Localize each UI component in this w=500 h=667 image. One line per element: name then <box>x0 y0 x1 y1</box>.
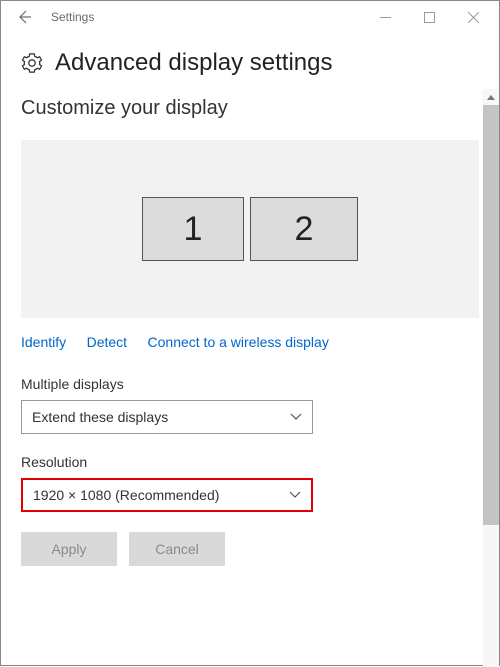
cancel-button[interactable]: Cancel <box>129 532 225 566</box>
resolution-value: 1920 × 1080 (Recommended) <box>33 487 219 503</box>
connect-wireless-link[interactable]: Connect to a wireless display <box>148 334 329 350</box>
multiple-displays-field: Multiple displays Extend these displays <box>21 376 479 434</box>
page-title: Advanced display settings <box>55 49 333 77</box>
resolution-field: Resolution 1920 × 1080 (Recommended) <box>21 454 479 512</box>
resolution-dropdown[interactable]: 1920 × 1080 (Recommended) <box>21 478 313 512</box>
display-tile-1[interactable]: 1 <box>142 197 244 261</box>
chevron-down-icon <box>290 408 302 426</box>
scrollbar-up-arrow[interactable] <box>483 89 499 105</box>
minimize-icon <box>380 12 391 23</box>
close-icon <box>468 12 479 23</box>
gear-icon <box>21 52 43 74</box>
content-area: Customize your display 1 2 Identify Dete… <box>1 89 499 667</box>
content: Customize your display 1 2 Identify Dete… <box>1 89 499 586</box>
chevron-down-icon <box>289 486 301 504</box>
detect-link[interactable]: Detect <box>87 334 127 350</box>
identify-link[interactable]: Identify <box>21 334 66 350</box>
window-title: Settings <box>51 10 94 24</box>
chevron-up-icon <box>487 95 495 100</box>
dialog-buttons: Apply Cancel <box>21 532 479 566</box>
display-tile-2[interactable]: 2 <box>250 197 358 261</box>
multiple-displays-label: Multiple displays <box>21 376 479 392</box>
minimize-button[interactable] <box>363 1 407 33</box>
arrow-left-icon <box>16 9 32 25</box>
multiple-displays-value: Extend these displays <box>32 409 168 425</box>
titlebar: Settings <box>1 1 499 33</box>
apply-button[interactable]: Apply <box>21 532 117 566</box>
window-controls <box>363 1 495 33</box>
display-action-links: Identify Detect Connect to a wireless di… <box>21 334 479 352</box>
section-subtitle: Customize your display <box>21 97 479 120</box>
scrollbar-track[interactable] <box>483 89 499 667</box>
maximize-icon <box>424 12 435 23</box>
scrollbar-thumb[interactable] <box>483 105 499 525</box>
back-button[interactable] <box>5 1 43 33</box>
page-header: Advanced display settings <box>1 33 499 89</box>
display-arrangement-canvas[interactable]: 1 2 <box>21 140 479 318</box>
resolution-label: Resolution <box>21 454 479 470</box>
multiple-displays-dropdown[interactable]: Extend these displays <box>21 400 313 434</box>
maximize-button[interactable] <box>407 1 451 33</box>
close-button[interactable] <box>451 1 495 33</box>
